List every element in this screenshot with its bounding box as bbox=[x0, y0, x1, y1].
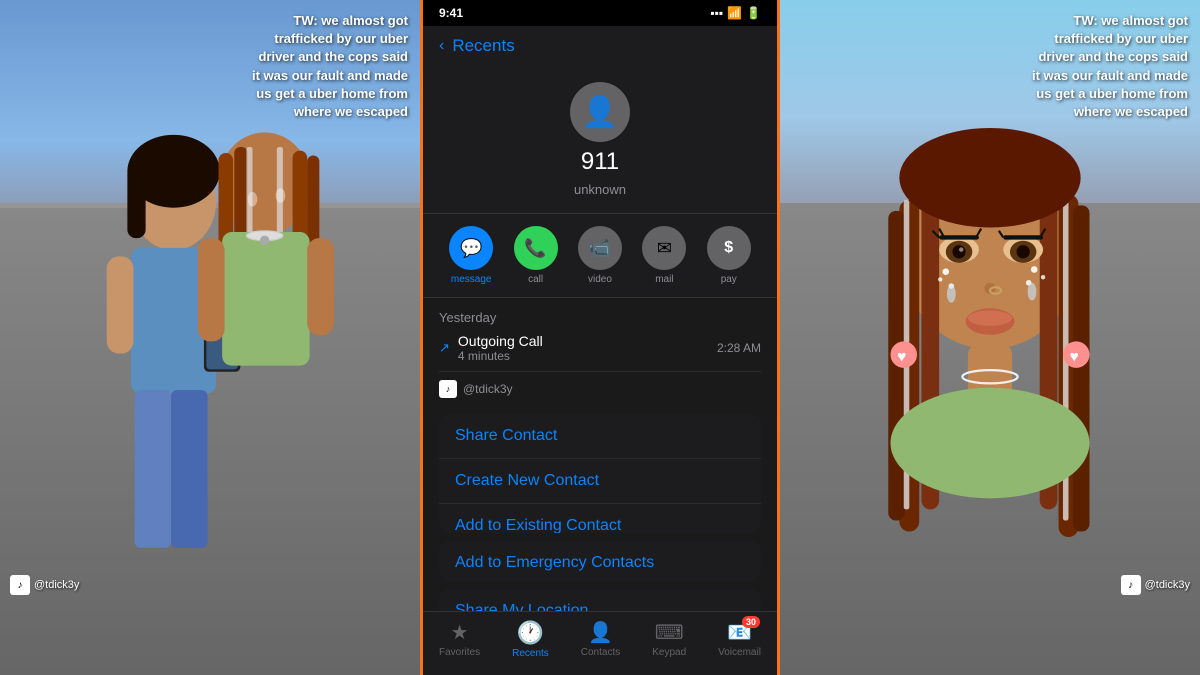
keypad-icon: ⌨ bbox=[655, 620, 684, 645]
menu-group-2: Add to Emergency Contacts bbox=[439, 541, 761, 580]
status-icons: ▪▪▪ 📶 🔋 bbox=[710, 6, 761, 20]
call-time: 2:28 AM bbox=[717, 341, 761, 355]
left-panel: ♪ @tdick3y TW: we almost got trafficked … bbox=[0, 0, 420, 675]
avatar-person-icon: 👤 bbox=[581, 95, 618, 130]
voicemail-badge-container: 📧 30 bbox=[727, 620, 752, 645]
tab-voicemail[interactable]: 📧 30 Voicemail bbox=[718, 620, 761, 659]
keypad-label: Keypad bbox=[652, 647, 686, 658]
call-type-label: Outgoing Call bbox=[458, 333, 709, 349]
phone-panel: 9:41 ▪▪▪ 📶 🔋 ‹ Recents 👤 911 unknown 💬 m… bbox=[420, 0, 780, 675]
contact-header: 👤 911 unknown bbox=[423, 66, 777, 214]
add-existing-contact-item[interactable]: Add to Existing Contact bbox=[439, 504, 761, 533]
call-btn-label: call bbox=[528, 274, 543, 285]
call-action-btn[interactable]: 📞 call bbox=[514, 226, 558, 285]
share-contact-item[interactable]: Share Contact bbox=[439, 414, 761, 459]
phone-nav[interactable]: ‹ Recents bbox=[423, 26, 777, 66]
mail-btn-circle[interactable]: ✉ bbox=[642, 226, 686, 270]
create-new-contact-item[interactable]: Create New Contact bbox=[439, 459, 761, 504]
nav-recents-label[interactable]: Recents bbox=[452, 36, 514, 56]
tiktok-icon: ♪ bbox=[439, 380, 457, 398]
call-details: Outgoing Call 4 minutes bbox=[458, 333, 709, 363]
message-btn-circle[interactable]: 💬 bbox=[449, 226, 493, 270]
tab-bar: ★ Favorites 🕐 Recents 👤 Contacts ⌨ Keypa… bbox=[423, 611, 777, 675]
avatar: 👤 bbox=[570, 82, 630, 142]
right-panel: ♥ ♥ ♪ @tdick3y TW: we almost got traffic… bbox=[780, 0, 1200, 675]
warning-text-right: TW: we almost got trafficked by our uber… bbox=[1028, 12, 1188, 121]
recent-section: Yesterday ↗ Outgoing Call 4 minutes 2:28… bbox=[423, 298, 777, 376]
warning-text-left: TW: we almost got trafficked by our uber… bbox=[248, 12, 408, 121]
tiktok-handle-right: @tdick3y bbox=[1145, 579, 1190, 591]
mail-btn-label: mail bbox=[655, 274, 673, 285]
contact-number: 911 bbox=[581, 148, 619, 176]
call-btn-circle[interactable]: 📞 bbox=[514, 226, 558, 270]
recents-icon: 🕐 bbox=[517, 620, 544, 646]
add-emergency-contact-item[interactable]: Add to Emergency Contacts bbox=[439, 541, 761, 580]
tiktok-logo-right: ♪ bbox=[1121, 575, 1141, 595]
favorites-icon: ★ bbox=[451, 620, 469, 645]
tiktok-logo-left: ♪ bbox=[10, 575, 30, 595]
pay-btn-label: pay bbox=[721, 274, 737, 285]
message-action-btn[interactable]: 💬 message bbox=[449, 226, 493, 285]
outgoing-call-icon: ↗ bbox=[439, 340, 450, 356]
tab-favorites[interactable]: ★ Favorites bbox=[439, 620, 480, 659]
tiktok-watermark-right: ♪ @tdick3y bbox=[1121, 575, 1190, 595]
tab-keypad[interactable]: ⌨ Keypad bbox=[652, 620, 686, 659]
contact-label: unknown bbox=[574, 182, 626, 197]
svg-text:♥: ♥ bbox=[1070, 348, 1079, 365]
action-buttons-row: 💬 message 📞 call 📹 video ✉ mail $ pay bbox=[423, 214, 777, 298]
pay-action-btn[interactable]: $ pay bbox=[707, 226, 751, 285]
back-arrow-icon[interactable]: ‹ bbox=[439, 37, 444, 55]
video-action-btn[interactable]: 📹 video bbox=[578, 226, 622, 285]
video-btn-circle[interactable]: 📹 bbox=[578, 226, 622, 270]
voicemail-badge: 30 bbox=[742, 616, 760, 628]
favorites-label: Favorites bbox=[439, 647, 480, 658]
contacts-icon: 👤 bbox=[588, 620, 613, 645]
call-duration: 4 minutes bbox=[458, 349, 709, 363]
voicemail-label: Voicemail bbox=[718, 647, 761, 658]
message-btn-label: message bbox=[451, 274, 492, 285]
contacts-label: Contacts bbox=[581, 647, 620, 658]
recent-date: Yesterday bbox=[439, 310, 761, 325]
tab-contacts[interactable]: 👤 Contacts bbox=[581, 620, 620, 659]
tiktok-handle-left: @tdick3y bbox=[34, 579, 79, 591]
tiktok-overlay: ♪ @tdick3y bbox=[423, 376, 777, 406]
battery-icon: 🔋 bbox=[746, 6, 761, 20]
svg-text:♥: ♥ bbox=[897, 348, 906, 365]
status-time: 9:41 bbox=[439, 6, 463, 20]
recents-label: Recents bbox=[512, 648, 549, 659]
video-btn-label: video bbox=[588, 274, 612, 285]
mail-action-btn[interactable]: ✉ mail bbox=[642, 226, 686, 285]
recent-call-item: ↗ Outgoing Call 4 minutes 2:28 AM bbox=[439, 325, 761, 372]
menu-group-1: Share Contact Create New Contact Add to … bbox=[439, 414, 761, 533]
status-bar: 9:41 ▪▪▪ 📶 🔋 bbox=[423, 0, 777, 26]
pay-btn-circle[interactable]: $ bbox=[707, 226, 751, 270]
tiktok-watermark-left: ♪ @tdick3y bbox=[10, 575, 79, 595]
recent-call-top: ↗ Outgoing Call 4 minutes 2:28 AM bbox=[439, 333, 761, 363]
tab-recents[interactable]: 🕐 Recents bbox=[512, 620, 549, 659]
tiktok-handle-phone: @tdick3y bbox=[463, 382, 513, 396]
wifi-icon: 📶 bbox=[727, 6, 742, 20]
signal-icon: ▪▪▪ bbox=[710, 6, 723, 20]
